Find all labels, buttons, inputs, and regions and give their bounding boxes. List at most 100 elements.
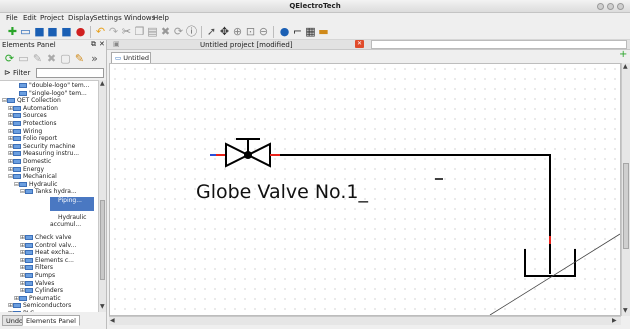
canvas-vertical-scrollbar[interactable]: ▲ ▼	[621, 63, 630, 316]
scroll-up-icon[interactable]: ▲	[623, 63, 628, 71]
tree-item-label: Protections	[23, 120, 57, 127]
page-tab-label: Untitled	[123, 54, 149, 62]
zoom-out-icon[interactable]: ⊖	[257, 25, 270, 38]
tree-item-label: Domestic	[23, 158, 52, 165]
delete-icon[interactable]: ✖	[159, 25, 172, 38]
save-as-icon[interactable]: ■	[46, 25, 59, 38]
globe-valve-element[interactable]	[210, 138, 290, 168]
menu-edit[interactable]: Edit	[23, 14, 37, 22]
tree-item-label: Filters	[35, 264, 53, 272]
edit-element-icon[interactable]: ✎	[73, 52, 86, 65]
menu-display[interactable]: Display	[68, 14, 94, 22]
new-element-icon[interactable]: ▢	[59, 52, 72, 65]
add-page-icon[interactable]: +	[619, 49, 627, 60]
save-all-icon[interactable]: ■	[60, 25, 73, 38]
folder-icon	[25, 189, 33, 195]
tree-item-label: "double-logo" tem...	[29, 82, 90, 89]
element-item[interactable]: Hydraulic accumul...	[50, 214, 94, 232]
new-folder-icon[interactable]: ▭	[17, 52, 30, 65]
scroll-right-icon[interactable]: ▶	[612, 317, 617, 325]
conductor-wire[interactable]	[280, 154, 551, 274]
collection-icon	[7, 98, 15, 104]
folder-icon	[13, 151, 21, 157]
canvas-horizontal-scrollbar[interactable]: ◀ ▶	[109, 316, 621, 325]
float-icon[interactable]: ⧉	[91, 40, 96, 49]
subwindow-icon: ▣	[113, 40, 120, 48]
menu-file[interactable]: File	[6, 14, 18, 22]
menu-help[interactable]: Help	[153, 14, 169, 22]
close-subwindow-icon[interactable]: ✕	[355, 40, 364, 48]
close-icon[interactable]: ✕	[99, 40, 105, 48]
new-project-icon[interactable]: ✚	[6, 25, 19, 38]
tab-elements-panel[interactable]: Elements Panel	[22, 315, 80, 326]
template-icon	[19, 83, 27, 88]
scroll-down-icon[interactable]: ▼	[100, 303, 105, 311]
paste-icon[interactable]: ▤	[146, 25, 159, 38]
folio-icon[interactable]: ▬	[317, 25, 330, 38]
move-icon[interactable]: ✥	[218, 25, 231, 38]
redo-icon[interactable]: ↷	[107, 25, 120, 38]
tree-item-label: Pumps	[35, 272, 56, 279]
element-item[interactable]: Piping...	[50, 197, 94, 211]
toolbar-separator	[201, 26, 202, 38]
menu-windows[interactable]: Windows	[124, 14, 155, 22]
select-pointer-icon[interactable]: ➚	[205, 25, 218, 38]
more-icon[interactable]: »	[88, 52, 101, 65]
vertical-scroll-thumb[interactable]	[623, 163, 629, 249]
scroll-down-icon[interactable]: ▼	[623, 307, 628, 315]
diagram-canvas[interactable]: Globe Valve No.1_	[109, 63, 621, 316]
info-icon[interactable]: ⓘ	[185, 25, 198, 38]
folder-icon	[19, 181, 27, 187]
menu-settings[interactable]: Settings	[93, 14, 122, 22]
delete-folder-icon[interactable]: ✖	[45, 52, 58, 65]
folder-icon	[25, 265, 33, 271]
maximize-button[interactable]	[607, 3, 614, 10]
page-tabs: ▭ Untitled +	[107, 49, 630, 63]
filter-input[interactable]	[36, 68, 104, 78]
title-bar: QElectroTech	[0, 0, 630, 13]
minimize-button[interactable]	[597, 3, 604, 10]
menu-bar: File Edit Project Display Settings Windo…	[0, 13, 630, 24]
reload-icon[interactable]: ⟳	[3, 52, 16, 65]
subwindow-title: Untitled project [modified]	[200, 41, 293, 49]
tab-untitled[interactable]: ▭ Untitled	[111, 52, 151, 63]
open-folder-icon[interactable]: ▭	[19, 25, 32, 38]
tree-scroll-thumb[interactable]	[100, 200, 105, 280]
folder-icon	[25, 235, 33, 240]
edit-folder-icon[interactable]: ✎	[31, 52, 44, 65]
folder-icon	[13, 113, 21, 119]
scroll-left-icon[interactable]: ◀	[110, 317, 115, 325]
folder-icon	[25, 257, 33, 263]
save-icon[interactable]: ■	[33, 25, 46, 38]
tree-item-label: Pneumatic	[29, 294, 61, 302]
folder-icon	[13, 311, 21, 312]
close-button[interactable]	[617, 3, 624, 10]
close-project-icon[interactable]: ●	[74, 25, 87, 38]
folio-border-line	[489, 233, 620, 315]
tree-item[interactable]: ⊟ Tanks hydra...	[20, 188, 77, 196]
copy-icon[interactable]: ❐	[133, 25, 146, 38]
folder-icon	[13, 121, 21, 126]
folder-icon	[13, 136, 21, 142]
menu-project[interactable]: Project	[40, 14, 64, 22]
element-text-label[interactable]: Globe Valve No.1_	[196, 181, 368, 203]
panel-toolbar: ⟳ ▭ ✎ ✖ ▢ ✎ »	[0, 51, 107, 65]
tree-item-label: Cylinders	[35, 287, 63, 295]
info-blue-icon[interactable]: ●	[278, 25, 291, 38]
tree-item-label: Heat excha...	[35, 249, 75, 257]
scroll-up-icon[interactable]: ▲	[100, 80, 105, 88]
tree-item-label: Check valve	[35, 234, 72, 241]
subwindow-field	[371, 40, 627, 49]
conductor-icon[interactable]: ⌐	[291, 25, 304, 38]
undo-icon[interactable]: ↶	[94, 25, 107, 38]
cut-icon[interactable]: ✂	[120, 25, 133, 38]
tree-scrollbar[interactable]: ▲ ▼	[98, 80, 106, 312]
rotate-icon[interactable]: ⟳	[172, 25, 185, 38]
folder-icon	[13, 159, 21, 164]
grid-icon[interactable]: ▦	[304, 25, 317, 38]
tree-item-label: Folio report	[23, 135, 58, 143]
zoom-in-icon[interactable]: ⊕	[231, 25, 244, 38]
tree-item[interactable]: ⊞PLC	[8, 310, 34, 312]
elements-tree[interactable]: "double-logo" tem... "single-logo" tem...…	[0, 80, 98, 312]
zoom-fit-icon[interactable]: ⊡	[244, 25, 257, 38]
